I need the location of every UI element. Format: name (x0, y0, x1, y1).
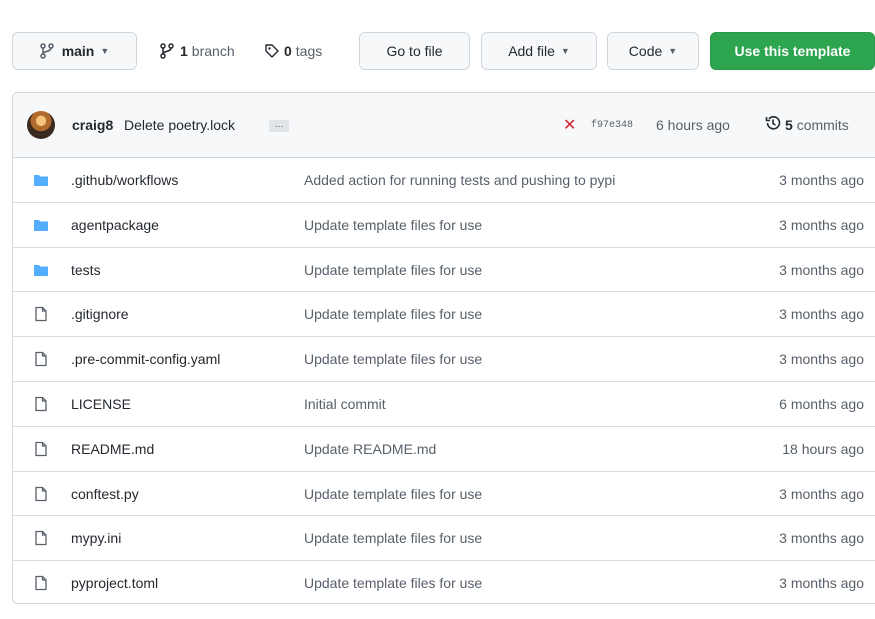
branches-label: branch (191, 43, 235, 59)
file-icon (35, 396, 47, 412)
tag-icon (265, 44, 279, 58)
commit-message[interactable]: Delete poetry.lock (124, 117, 235, 133)
caret-down-icon: ▼ (560, 46, 570, 56)
file-row[interactable]: README.md Update README.md 18 hours ago (13, 427, 875, 472)
file-icon (35, 441, 47, 456)
tags-link[interactable]: 0 tags (264, 32, 322, 70)
file-commit-message[interactable]: Update template files for use (304, 306, 482, 322)
file-age: 3 months ago (779, 172, 864, 188)
file-age: 3 months ago (779, 351, 864, 368)
file-age: 3 months ago (779, 530, 864, 547)
code-button[interactable]: Code ▼ (607, 32, 699, 70)
branches-link[interactable]: 1 branch (160, 32, 235, 70)
file-commit-message[interactable]: Update template files for use (304, 486, 482, 502)
file-name[interactable]: .github/workflows (71, 172, 178, 188)
file-commit-message[interactable]: Update template files for use (304, 530, 482, 546)
file-commit-message[interactable]: Update template files for use (304, 217, 482, 233)
tags-count: 0 (284, 43, 292, 59)
file-name[interactable]: .pre-commit-config.yaml (71, 351, 220, 367)
expand-commit-button[interactable]: … (269, 120, 289, 132)
go-to-file-button[interactable]: Go to file (359, 32, 470, 70)
file-age: 18 hours ago (782, 440, 864, 457)
file-commit-message[interactable]: Initial commit (304, 396, 386, 412)
commit-time: 6 hours ago (656, 117, 730, 133)
file-row[interactable]: pyproject.toml Update template files for … (13, 561, 875, 603)
file-row[interactable]: mypy.ini Update template files for use 3 m… (13, 516, 875, 562)
file-icon (35, 352, 47, 367)
git-branch-icon (39, 43, 54, 59)
file-commit-message[interactable]: Update template files for use (304, 351, 482, 367)
file-icon (35, 307, 47, 322)
file-age: 3 months ago (779, 261, 864, 278)
file-name[interactable]: LICENSE (71, 396, 131, 412)
file-row[interactable]: conftest.py Update template files for use… (13, 472, 875, 517)
folder-icon (34, 175, 48, 186)
file-commit-message[interactable]: Added action for running tests and pushi… (304, 172, 615, 188)
git-branch-icon (160, 43, 174, 59)
file-age: 3 months ago (779, 306, 864, 323)
file-row[interactable]: .pre-commit-config.yaml Update template f… (13, 337, 875, 382)
file-commit-message[interactable]: Update README.md (304, 441, 436, 457)
file-name[interactable]: mypy.ini (71, 530, 121, 546)
file-age: 3 months ago (779, 485, 864, 502)
file-row[interactable]: .github/workflows Added action for runnin… (13, 158, 875, 203)
file-commit-message[interactable]: Update template files for use (304, 575, 482, 591)
commit-author[interactable]: craig8 (72, 117, 113, 133)
file-row[interactable]: LICENSE Initial commit 6 months ago (13, 382, 875, 427)
file-icon (35, 486, 47, 501)
file-age: 6 months ago (779, 395, 864, 412)
repo-toolbar: main ▼ 1 branch 0 tags Go to file Add fi… (12, 32, 875, 72)
file-name[interactable]: pyproject.toml (71, 575, 158, 591)
file-age: 3 months ago (779, 575, 864, 592)
commit-sha[interactable]: f97e348 (591, 120, 633, 131)
commits-link[interactable]: 5 commits (785, 117, 849, 133)
branch-selector-button[interactable]: main ▼ (12, 32, 137, 70)
file-name[interactable]: agentpackage (71, 217, 159, 233)
branches-count: 1 (180, 43, 188, 59)
add-file-button[interactable]: Add file ▼ (481, 32, 597, 70)
file-browser: craig8 Delete poetry.lock … ✕ f97e348 6 … (12, 92, 875, 604)
add-file-label: Add file (508, 43, 555, 59)
file-row[interactable]: tests Update template files for use 3 mont… (13, 248, 875, 293)
history-icon (765, 116, 781, 130)
file-name[interactable]: tests (71, 262, 101, 278)
folder-icon (34, 264, 48, 276)
commits-label: commits (796, 117, 849, 133)
file-commit-message[interactable]: Update template files for use (304, 262, 482, 278)
latest-commit-bar: craig8 Delete poetry.lock … ✕ f97e348 6 … (13, 93, 875, 158)
branch-name: main (61, 43, 95, 59)
code-label: Code (628, 43, 663, 59)
use-template-button[interactable]: Use this template (710, 32, 875, 70)
file-name[interactable]: conftest.py (71, 486, 139, 502)
file-name[interactable]: .gitignore (71, 306, 129, 322)
avatar[interactable] (27, 111, 55, 139)
x-fail-icon[interactable]: ✕ (563, 115, 576, 135)
file-age: 3 months ago (779, 216, 864, 233)
folder-icon (34, 219, 48, 231)
file-icon (35, 576, 47, 591)
file-name[interactable]: README.md (71, 441, 154, 457)
tags-label: tags (295, 43, 323, 59)
caret-down-icon: ▼ (100, 46, 110, 56)
caret-down-icon: ▼ (668, 46, 678, 56)
file-list: .github/workflows Added action for runnin… (13, 158, 875, 603)
commits-count: 5 (785, 117, 793, 133)
file-icon (35, 531, 47, 546)
file-row[interactable]: agentpackage Update template files for us… (13, 203, 875, 248)
file-row[interactable]: .gitignore Update template files for use 3… (13, 292, 875, 338)
